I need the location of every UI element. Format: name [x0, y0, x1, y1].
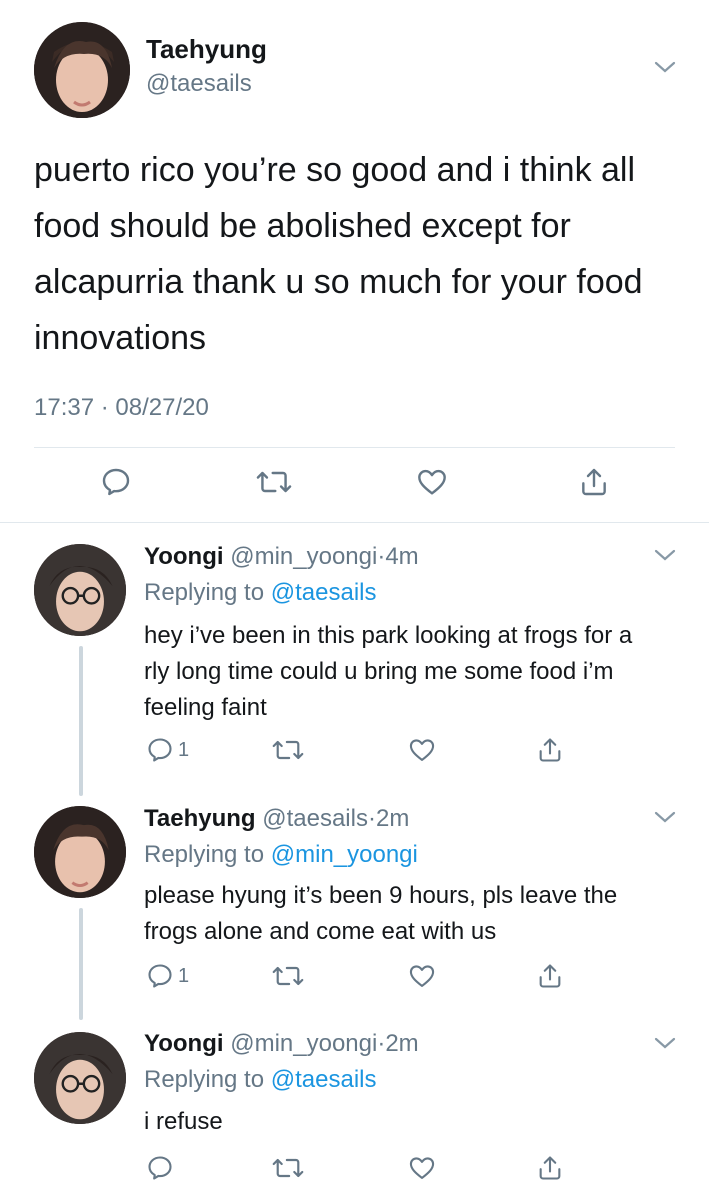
- share-button[interactable]: [536, 736, 564, 764]
- replying-prefix: Replying to: [144, 579, 265, 606]
- replying-to-link[interactable]: @taesails: [271, 1066, 377, 1093]
- heart-icon: [409, 1157, 435, 1179]
- avatar-photo: [34, 806, 126, 898]
- reply-count: 1: [178, 964, 190, 987]
- avatar[interactable]: [34, 22, 130, 118]
- author-name[interactable]: Yoongi: [144, 1030, 224, 1057]
- retweet-button[interactable]: [272, 1154, 304, 1182]
- avatar[interactable]: [34, 544, 126, 636]
- reply-button[interactable]: [100, 466, 132, 498]
- replying-to: Replying to @taesails: [144, 1065, 377, 1095]
- author-name[interactable]: Taehyung: [144, 805, 256, 832]
- replying-to-link[interactable]: @min_yoongi: [271, 841, 418, 868]
- tweet-timestamp: 17:37 · 08/27/20: [34, 394, 209, 422]
- avatar-photo: [34, 22, 130, 118]
- author-handle[interactable]: @taesails: [146, 70, 252, 98]
- reply-actions: 1: [0, 962, 709, 1002]
- chevron-down-icon[interactable]: [654, 548, 676, 562]
- author-handle[interactable]: @taesails: [262, 805, 368, 832]
- tweet-text: puerto rico you’re so good and i think a…: [34, 151, 643, 357]
- reply-time: 4m: [385, 543, 419, 570]
- replying-to: Replying to @taesails: [144, 578, 377, 608]
- author-name[interactable]: Taehyung: [146, 34, 267, 65]
- separator: ·: [100, 394, 109, 421]
- reply-bubble-icon: [148, 964, 172, 988]
- reply-button[interactable]: [146, 1154, 174, 1182]
- reply-header: Yoongi @min_yoongi·4m: [144, 542, 419, 572]
- like-button[interactable]: [416, 466, 448, 498]
- reply-actions: [0, 1154, 709, 1194]
- like-button[interactable]: [408, 962, 436, 990]
- divider: [34, 447, 675, 448]
- replying-to: Replying to @min_yoongi: [144, 840, 418, 870]
- share-button[interactable]: [578, 466, 610, 498]
- avatar-photo: [34, 544, 126, 636]
- like-button[interactable]: [408, 736, 436, 764]
- retweet-icon: [272, 740, 304, 760]
- share-icon: [582, 468, 606, 496]
- reply-header: Yoongi @min_yoongi·2m: [144, 1029, 419, 1059]
- reply-text: hey i’ve been in this park looking at fr…: [144, 622, 633, 721]
- heart-icon: [409, 739, 435, 761]
- avatar[interactable]: [34, 806, 126, 898]
- reply-text: please hyung it’s been 9 hours, pls leav…: [144, 882, 618, 945]
- author-name[interactable]: Yoongi: [144, 543, 224, 570]
- reply-button[interactable]: 1: [146, 962, 189, 990]
- retweet-button[interactable]: [272, 736, 304, 764]
- retweet-button[interactable]: [272, 962, 304, 990]
- share-icon: [539, 964, 561, 988]
- tweet-actions: [0, 466, 709, 506]
- reply-bubble-icon: [102, 468, 130, 496]
- chevron-down-icon[interactable]: [654, 1036, 676, 1050]
- tweet-date: 08/27/20: [115, 394, 209, 421]
- replying-to-link[interactable]: @taesails: [271, 579, 377, 606]
- author-handle[interactable]: @min_yoongi: [230, 543, 377, 570]
- reply-time: 2m: [385, 1030, 419, 1057]
- share-icon: [539, 738, 561, 762]
- share-button[interactable]: [536, 962, 564, 990]
- reply-button[interactable]: 1: [146, 736, 189, 764]
- replying-prefix: Replying to: [144, 841, 265, 868]
- avatar-photo: [34, 1032, 126, 1124]
- author-handle[interactable]: @min_yoongi: [230, 1030, 377, 1057]
- reply-bubble-icon: [148, 738, 172, 762]
- avatar[interactable]: [34, 1032, 126, 1124]
- retweet-icon: [272, 1158, 304, 1178]
- reply-header: Taehyung @taesails·2m: [144, 804, 409, 834]
- separator: ·: [367, 805, 376, 832]
- retweet-icon: [272, 966, 304, 986]
- reply-actions: 1: [0, 736, 709, 776]
- share-button[interactable]: [536, 1154, 564, 1182]
- replying-prefix: Replying to: [144, 1066, 265, 1093]
- like-button[interactable]: [408, 1154, 436, 1182]
- reply-bubble-icon: [148, 1156, 172, 1180]
- heart-icon: [409, 965, 435, 987]
- reply-count: 1: [178, 738, 190, 761]
- retweet-icon: [256, 471, 292, 493]
- tweet-time: 17:37: [34, 394, 95, 421]
- chevron-down-icon[interactable]: [654, 60, 676, 74]
- reply-time: 2m: [375, 805, 410, 832]
- heart-icon: [418, 469, 446, 495]
- section-divider: [0, 522, 709, 523]
- chevron-down-icon[interactable]: [654, 810, 676, 824]
- share-icon: [539, 1156, 561, 1180]
- reply-text: i refuse: [144, 1108, 223, 1135]
- retweet-button[interactable]: [256, 466, 292, 498]
